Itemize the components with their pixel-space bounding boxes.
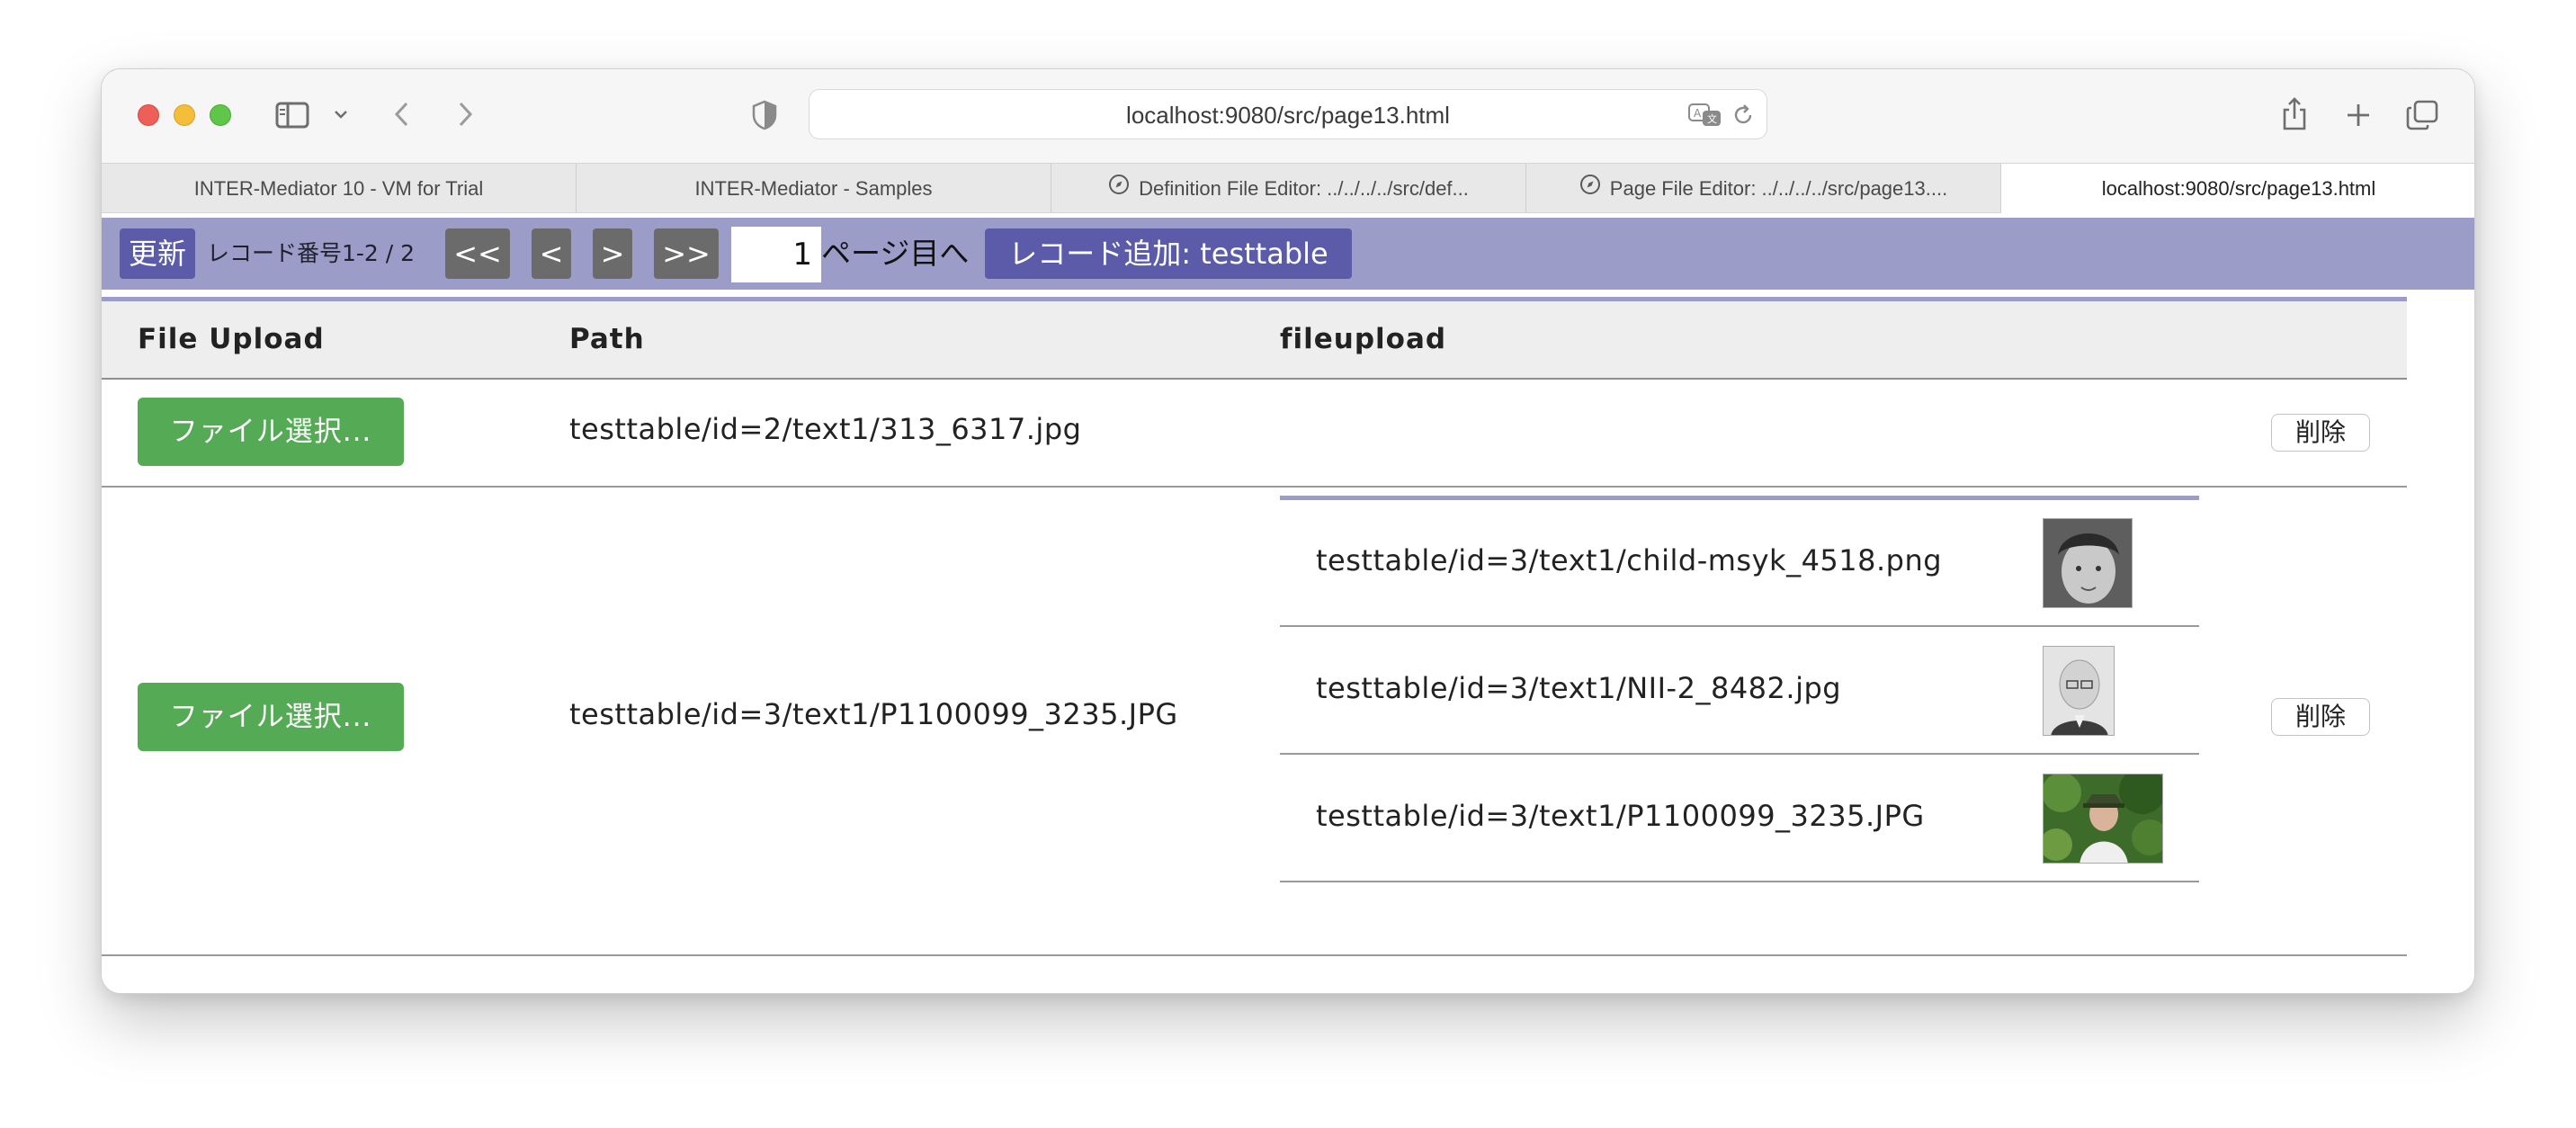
svg-text:A: A (1694, 107, 1702, 120)
tab-label: INTER-Mediator 10 - VM for Trial (193, 177, 484, 200)
sidebar-toggle-icon[interactable] (274, 100, 310, 130)
zoom-window-button[interactable] (210, 104, 231, 126)
tab-label: Page File Editor: ../../../../src/page13… (1609, 177, 1948, 200)
close-window-button[interactable] (138, 104, 159, 126)
header-path: Path (569, 323, 645, 355)
page-number-input[interactable] (731, 227, 821, 282)
minimize-window-button[interactable] (174, 104, 195, 126)
delete-button[interactable]: 削除 (2271, 414, 2370, 452)
list-divider (1280, 753, 2199, 755)
list-divider (1280, 881, 2199, 882)
prev-page-button[interactable]: < (532, 228, 571, 279)
svg-text:文: 文 (1707, 112, 1717, 125)
record-number-info: レコード番号1-2 / 2 (207, 240, 416, 266)
row-divider (102, 486, 2407, 488)
chevron-down-icon[interactable] (332, 105, 350, 123)
delete-button[interactable]: 削除 (2271, 698, 2370, 736)
toolbar: localhost:9080/src/page13.html A文 (102, 69, 2474, 163)
thumbnail-image (2043, 646, 2115, 736)
reload-icon[interactable] (1731, 103, 1756, 128)
tab-definition-editor[interactable]: Definition File Editor: ../../../../src/… (1051, 164, 1526, 214)
translate-icon[interactable]: A文 (1687, 101, 1723, 130)
share-icon[interactable] (2278, 94, 2311, 134)
path-cell: testtable/id=2/text1/313_6317.jpg (569, 412, 1082, 446)
row-divider (102, 954, 2407, 956)
file-path: testtable/id=3/text1/NII-2_8482.jpg (1316, 671, 1842, 705)
tab-page13-active[interactable]: localhost:9080/src/page13.html (2001, 164, 2474, 214)
tab-label: INTER-Mediator - Samples (694, 177, 933, 200)
page-label: ページ目へ (821, 236, 970, 271)
list-divider (1280, 625, 2199, 627)
tab-im-samples[interactable]: INTER-Mediator - Samples (577, 164, 1051, 214)
tab-page-editor[interactable]: Page File Editor: ../../../../src/page13… (1526, 164, 2001, 214)
compass-icon (1108, 165, 1130, 213)
header-fileupload: fileupload (1280, 323, 1447, 355)
list-top-border (1280, 496, 2199, 500)
last-page-button[interactable]: >> (654, 228, 719, 279)
first-page-button[interactable]: << (445, 228, 510, 279)
address-bar[interactable]: localhost:9080/src/page13.html A文 (809, 89, 1767, 139)
thumbnail-image (2043, 518, 2133, 608)
next-page-button[interactable]: > (593, 228, 632, 279)
forward-icon[interactable] (452, 98, 479, 130)
header-file-upload: File Upload (138, 323, 325, 355)
record-navigation: 更新 レコード番号1-2 / 2 << < > >> ページ目へ レコード追加:… (102, 218, 2474, 290)
browser-window: localhost:9080/src/page13.html A文 INTER-… (101, 68, 2475, 994)
tab-label: localhost:9080/src/page13.html (2101, 177, 2376, 200)
refresh-button[interactable]: 更新 (120, 228, 195, 279)
back-icon[interactable] (388, 98, 415, 130)
tab-overview-icon[interactable] (2404, 98, 2440, 132)
tab-bar: INTER-Mediator 10 - VM for Trial INTER-M… (102, 163, 2474, 214)
thumbnail-image (2043, 774, 2163, 864)
tab-im-vm[interactable]: INTER-Mediator 10 - VM for Trial (102, 164, 577, 214)
add-record-button[interactable]: レコード追加: testtable (985, 228, 1352, 279)
address-url: localhost:9080/src/page13.html (1126, 102, 1450, 129)
file-path: testtable/id=3/text1/P1100099_3235.JPG (1316, 799, 1925, 833)
tab-label: Definition File Editor: ../../../../src/… (1139, 177, 1469, 200)
shield-icon (749, 98, 780, 132)
file-path: testtable/id=3/text1/child-msyk_4518.png (1316, 543, 1943, 577)
file-select-button[interactable]: ファイル選択... (138, 398, 404, 466)
path-cell: testtable/id=3/text1/P1100099_3235.JPG (569, 697, 1178, 731)
page-content: 更新 レコード番号1-2 / 2 << < > >> ページ目へ レコード追加:… (102, 213, 2474, 993)
compass-icon (1579, 165, 1601, 213)
file-select-button[interactable]: ファイル選択... (138, 683, 404, 751)
table-header: File Upload Path fileupload (102, 297, 2407, 380)
new-tab-icon[interactable] (2343, 100, 2374, 130)
